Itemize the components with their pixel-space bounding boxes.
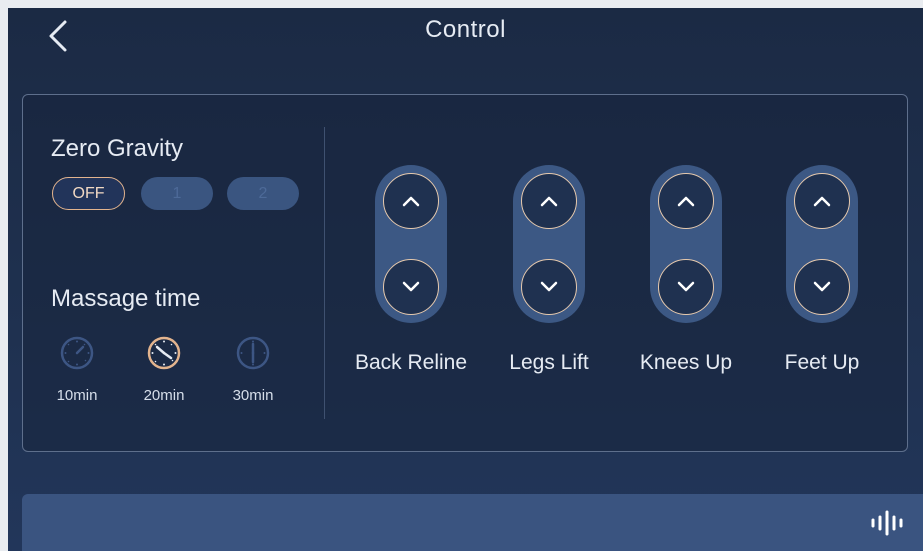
section-divider xyxy=(324,127,325,419)
back-reline-control xyxy=(375,165,447,323)
chevron-up-icon xyxy=(677,196,695,207)
feet-up-control xyxy=(786,165,858,323)
voice-button[interactable] xyxy=(867,508,907,538)
clock-icon xyxy=(147,336,181,370)
sound-wave-icon xyxy=(871,510,903,536)
chevron-down-icon xyxy=(677,281,695,292)
zero-gravity-2-button[interactable]: 2 xyxy=(227,177,299,210)
chevron-up-icon xyxy=(540,196,558,207)
knees-up-down-button[interactable] xyxy=(658,259,714,315)
control-screen: Control Zero Gravity OFF 1 2 Massage tim… xyxy=(8,8,923,551)
chevron-up-icon xyxy=(813,196,831,207)
clock-icon xyxy=(236,336,270,370)
zero-gravity-1-button[interactable]: 1 xyxy=(141,177,213,210)
zero-gravity-off-button[interactable]: OFF xyxy=(52,177,125,210)
back-reline-up-button[interactable] xyxy=(383,173,439,229)
voice-bar xyxy=(22,494,923,551)
back-reline-down-button[interactable] xyxy=(383,259,439,315)
legs-lift-up-button[interactable] xyxy=(521,173,577,229)
zero-gravity-title: Zero Gravity xyxy=(51,135,184,162)
clock-icon xyxy=(60,336,94,370)
timer-20min-button[interactable]: 20min xyxy=(134,335,194,415)
chevron-up-icon xyxy=(402,196,420,207)
chevron-down-icon xyxy=(813,281,831,292)
massage-time-title: Massage time xyxy=(51,285,201,312)
feet-up-label: Feet Up xyxy=(784,351,860,374)
chevron-down-icon xyxy=(402,281,420,292)
feet-up-down-button[interactable] xyxy=(794,259,850,315)
knees-up-label: Knees Up xyxy=(639,351,733,374)
legs-lift-down-button[interactable] xyxy=(521,259,577,315)
feet-up-up-button[interactable] xyxy=(794,173,850,229)
legs-lift-control xyxy=(513,165,585,323)
chevron-down-icon xyxy=(540,281,558,292)
knees-up-up-button[interactable] xyxy=(658,173,714,229)
timer-30min-label: 30min xyxy=(232,387,274,404)
timer-20min-label: 20min xyxy=(143,387,185,404)
knees-up-control xyxy=(650,165,722,323)
timer-10min-label: 10min xyxy=(56,387,98,404)
back-reline-label: Back Reline xyxy=(354,351,468,374)
timer-10min-button[interactable]: 10min xyxy=(47,335,107,415)
control-panel: Zero Gravity OFF 1 2 Massage time 10min xyxy=(22,94,908,452)
page-title: Control xyxy=(425,16,506,43)
timer-30min-button[interactable]: 30min xyxy=(223,335,283,415)
legs-lift-label: Legs Lift xyxy=(509,351,589,374)
